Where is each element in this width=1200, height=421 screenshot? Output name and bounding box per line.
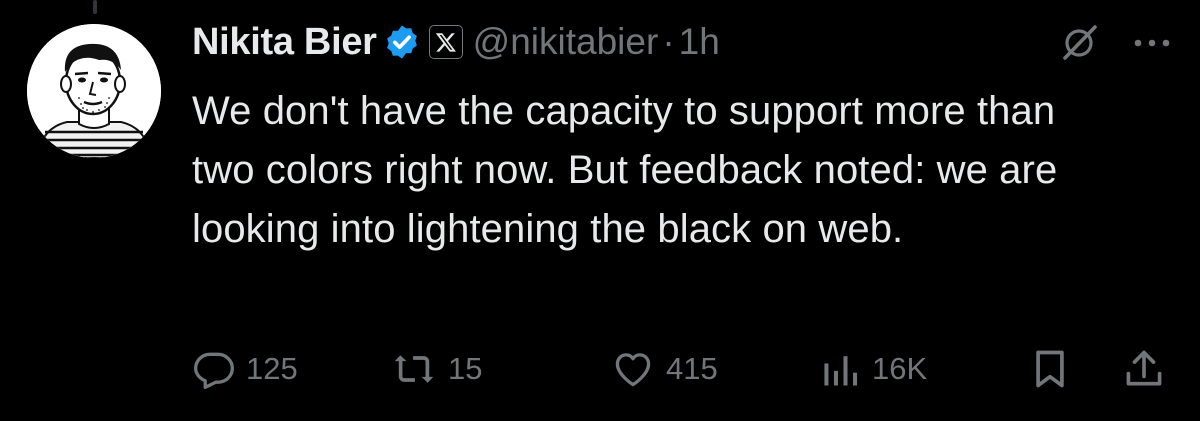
- separator-dot: ·: [662, 21, 675, 62]
- reply-count: 125: [246, 351, 298, 386]
- thread-connector-line: [93, 0, 97, 14]
- like-button[interactable]: 415: [610, 344, 718, 394]
- repost-count: 15: [448, 351, 483, 386]
- author-display-name[interactable]: Nikita Bier: [192, 21, 377, 64]
- grok-icon[interactable]: [1060, 22, 1100, 67]
- tweet-action-bar: 125 15 415 16K: [192, 344, 1182, 394]
- tweet-body-text: We don't have the capacity to support mo…: [192, 89, 1058, 251]
- like-count: 415: [666, 351, 718, 386]
- share-button[interactable]: [1122, 344, 1166, 394]
- views-button[interactable]: 16K: [818, 344, 927, 394]
- verified-check-icon[interactable]: [383, 23, 421, 61]
- tweet-header: Nikita Bier @nikitabier · 1h: [192, 16, 1182, 68]
- more-dots-icon[interactable]: [1132, 36, 1172, 54]
- author-handle[interactable]: @nikitabier: [473, 21, 659, 63]
- header-actions: [1060, 22, 1172, 67]
- repost-icon: [390, 347, 438, 391]
- reply-icon: [192, 347, 236, 391]
- tweet-timestamp[interactable]: 1h: [679, 21, 720, 63]
- bookmark-button[interactable]: [1028, 344, 1072, 394]
- avatar[interactable]: [27, 24, 161, 158]
- tweet-content: Nikita Bier @nikitabier · 1h We don't ha…: [192, 16, 1182, 259]
- reply-button[interactable]: 125: [192, 344, 298, 394]
- x-logo-icon[interactable]: [428, 25, 463, 59]
- avatar-illustration: [27, 24, 161, 158]
- share-icon: [1122, 347, 1166, 391]
- view-count: 16K: [872, 351, 928, 386]
- views-chart-icon: [818, 347, 862, 391]
- bookmark-icon: [1028, 347, 1072, 391]
- heart-icon: [610, 347, 656, 391]
- repost-button[interactable]: 15: [390, 344, 482, 394]
